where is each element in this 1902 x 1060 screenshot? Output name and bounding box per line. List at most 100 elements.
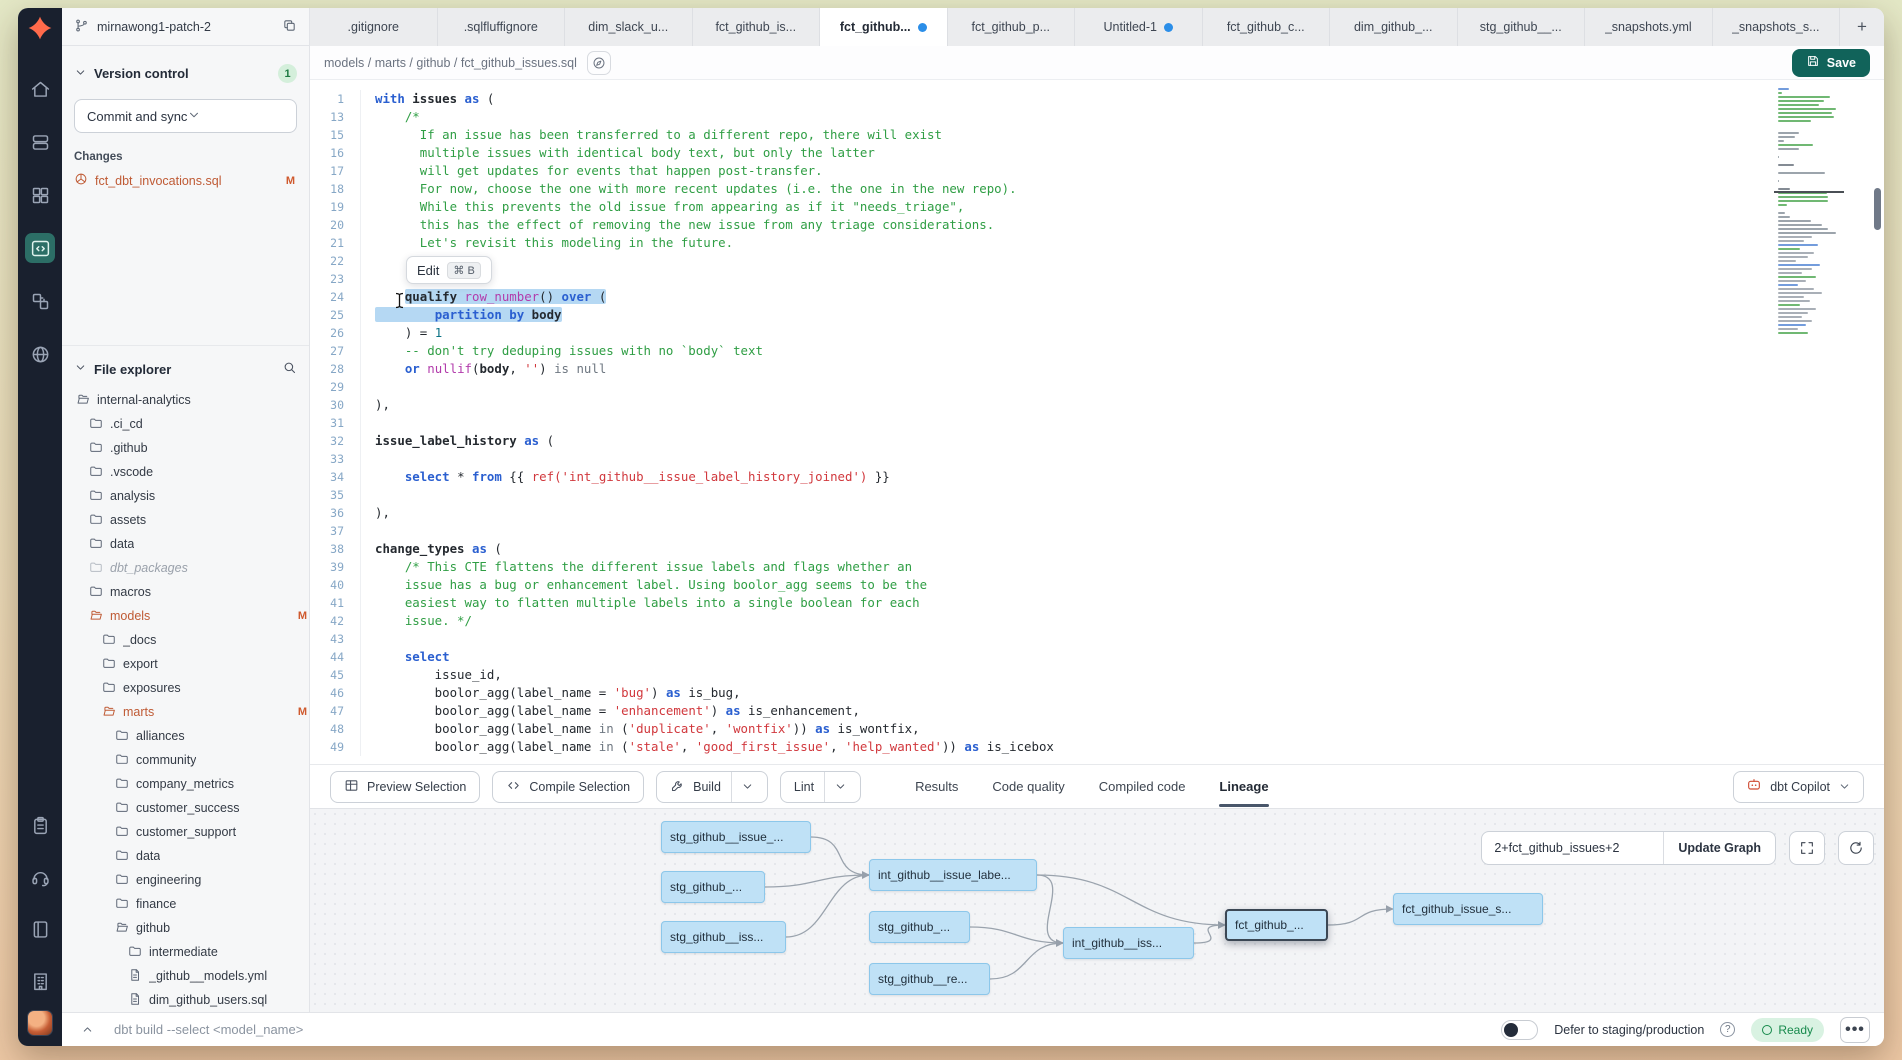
help-icon[interactable]: ? <box>1720 1022 1735 1037</box>
headset-icon[interactable] <box>25 862 55 892</box>
code-line-19[interactable]: 19 While this prevents the old issue fro… <box>310 198 1804 216</box>
file-explorer-header[interactable]: File explorer <box>62 360 309 378</box>
refresh-graph-button[interactable] <box>1838 831 1874 865</box>
expand-command-bar-button[interactable] <box>76 1019 98 1041</box>
tree-item-models[interactable]: modelsM <box>62 604 309 628</box>
tree-item-.github[interactable]: .github <box>62 436 309 460</box>
code-line-27[interactable]: 27 -- don't try deduping issues with no … <box>310 342 1804 360</box>
tab-dim_slack_u[interactable]: dim_slack_u... <box>565 8 693 46</box>
preview-selection-button[interactable]: Preview Selection <box>330 771 480 803</box>
code-line-18[interactable]: 18 For now, choose the one with more rec… <box>310 180 1804 198</box>
lineage-node-n5[interactable]: stg_github_... <box>869 911 970 943</box>
tab-dim_github_[interactable]: dim_github_... <box>1330 8 1458 46</box>
edit-popup[interactable]: Edit ⌘ B <box>406 256 492 284</box>
code-line-42[interactable]: 42 issue. */ <box>310 612 1804 630</box>
home-icon[interactable] <box>25 74 55 104</box>
tree-item-assets[interactable]: assets <box>62 508 309 532</box>
code-line-39[interactable]: 39 /* This CTE flattens the different is… <box>310 558 1804 576</box>
lineage-node-n6[interactable]: stg_github__re... <box>869 963 990 995</box>
tree-item-dbt_packages[interactable]: dbt_packages <box>62 556 309 580</box>
tree-item-exposures[interactable]: exposures <box>62 676 309 700</box>
code-line-25[interactable]: 25 partition by body <box>310 306 1804 324</box>
branch-bar[interactable]: mirnawong1-patch-2 <box>62 8 310 46</box>
tab-untitled-1[interactable]: Untitled-1 <box>1075 8 1203 46</box>
code-line-47[interactable]: 47 boolor_agg(label_name = 'enhancement'… <box>310 702 1804 720</box>
book-icon[interactable] <box>25 914 55 944</box>
tree-item-customer_support[interactable]: customer_support <box>62 820 309 844</box>
code-line-46[interactable]: 46 boolor_agg(label_name = 'bug') as is_… <box>310 684 1804 702</box>
tree-item-community[interactable]: community <box>62 748 309 772</box>
code-editor[interactable]: 1with issues as (13 /*15 If an issue has… <box>310 80 1884 764</box>
panel-tab-compiled-code[interactable]: Compiled code <box>1099 766 1186 807</box>
code-line-20[interactable]: 20 this has the effect of removing the n… <box>310 216 1804 234</box>
panel-tab-lineage[interactable]: Lineage <box>1219 766 1268 807</box>
code-line-45[interactable]: 45 issue_id, <box>310 666 1804 684</box>
code-line-40[interactable]: 40 issue has a bug or enhancement label.… <box>310 576 1804 594</box>
code-line-34[interactable]: 34 select * from {{ ref('int_github__iss… <box>310 468 1804 486</box>
code-line-30[interactable]: 30), <box>310 396 1804 414</box>
code-line-44[interactable]: 44 select <box>310 648 1804 666</box>
lint-button[interactable]: Lint <box>780 771 861 803</box>
code-line-36[interactable]: 36), <box>310 504 1804 522</box>
chevron-down-icon[interactable] <box>731 772 754 802</box>
compare-icon[interactable] <box>25 286 55 316</box>
drawers-icon[interactable] <box>25 127 55 157</box>
code-line-31[interactable]: 31 <box>310 414 1804 432</box>
lineage-node-n8[interactable]: fct_github_... <box>1225 909 1328 941</box>
tree-item-engineering[interactable]: engineering <box>62 868 309 892</box>
copilot-badge-icon[interactable] <box>587 51 611 75</box>
editor-scrollbar[interactable] <box>1874 188 1881 230</box>
tree-item-data[interactable]: data <box>62 844 309 868</box>
code-line-13[interactable]: 13 /* <box>310 108 1804 126</box>
code-line-17[interactable]: 17 will get updates for events that happ… <box>310 162 1804 180</box>
build-button[interactable]: Build <box>656 771 768 803</box>
tree-item-github[interactable]: github <box>62 916 309 940</box>
chevron-down-icon[interactable] <box>824 772 847 802</box>
lineage-selector-input[interactable]: 2+fct_github_issues+2 <box>1482 832 1664 864</box>
version-control-header[interactable]: Version control 1 <box>74 64 297 83</box>
lineage-node-n4[interactable]: int_github__issue_labe... <box>869 859 1037 891</box>
tree-item-intermediate[interactable]: intermediate <box>62 940 309 964</box>
tree-item-alliances[interactable]: alliances <box>62 724 309 748</box>
tab-fct_github[interactable]: fct_github... <box>820 8 948 46</box>
tree-item-finance[interactable]: finance <box>62 892 309 916</box>
command-input[interactable]: dbt build --select <model_name> <box>114 1022 1485 1037</box>
tree-item-dim_github_users.sql[interactable]: dim_github_users.sql <box>62 988 309 1012</box>
code-line-21[interactable]: 21 Let's revisit this modeling in the fu… <box>310 234 1804 252</box>
tree-item-.ci_cd[interactable]: .ci_cd <box>62 412 309 436</box>
tab-_snapshots_s[interactable]: _snapshots_s... <box>1713 8 1841 46</box>
minimap[interactable] <box>1778 88 1840 336</box>
tree-item-internal-analytics[interactable]: internal-analytics <box>62 388 309 412</box>
tab-fct_github_c[interactable]: fct_github_c... <box>1203 8 1331 46</box>
code-line-32[interactable]: 32issue_label_history as ( <box>310 432 1804 450</box>
code-line-16[interactable]: 16 multiple issues with identical body t… <box>310 144 1804 162</box>
code-line-23[interactable]: 23 <box>310 270 1804 288</box>
code-line-37[interactable]: 37 <box>310 522 1804 540</box>
changed-file-fct_dbt_invocations.sql[interactable]: fct_dbt_invocations.sqlM <box>74 172 297 189</box>
code-line-22[interactable]: 22 <box>310 252 1804 270</box>
tab-sqlfluffignore[interactable]: .sqlfluffignore <box>438 8 566 46</box>
lineage-node-n3[interactable]: stg_github__iss... <box>661 921 786 953</box>
code-line-15[interactable]: 15 If an issue has been transferred to a… <box>310 126 1804 144</box>
search-icon[interactable] <box>282 360 297 378</box>
clipboard-icon[interactable] <box>25 810 55 840</box>
fullscreen-button[interactable] <box>1789 831 1825 865</box>
panel-tab-results[interactable]: Results <box>915 766 958 807</box>
tree-item-data[interactable]: data <box>62 532 309 556</box>
code-line-43[interactable]: 43 <box>310 630 1804 648</box>
code-line-41[interactable]: 41 easiest way to flatten multiple label… <box>310 594 1804 612</box>
code-line-26[interactable]: 26 ) = 1 <box>310 324 1804 342</box>
code-line-28[interactable]: 28 or nullif(body, '') is null <box>310 360 1804 378</box>
tree-item-company_metrics[interactable]: company_metrics <box>62 772 309 796</box>
tab-stg_github__[interactable]: stg_github__... <box>1458 8 1586 46</box>
dbt-copilot-button[interactable]: dbt Copilot <box>1733 771 1864 803</box>
commit-and-sync-button[interactable]: Commit and sync <box>74 99 297 133</box>
tab-gitignore[interactable]: .gitignore <box>310 8 438 46</box>
tree-item-export[interactable]: export <box>62 652 309 676</box>
copy-icon[interactable] <box>282 18 297 36</box>
dbt-logo[interactable] <box>18 8 62 48</box>
globe-icon[interactable] <box>25 339 55 369</box>
lineage-node-n2[interactable]: stg_github_... <box>661 871 765 903</box>
tree-item-customer_success[interactable]: customer_success <box>62 796 309 820</box>
tab-_snapshotsyml[interactable]: _snapshots.yml <box>1585 8 1713 46</box>
